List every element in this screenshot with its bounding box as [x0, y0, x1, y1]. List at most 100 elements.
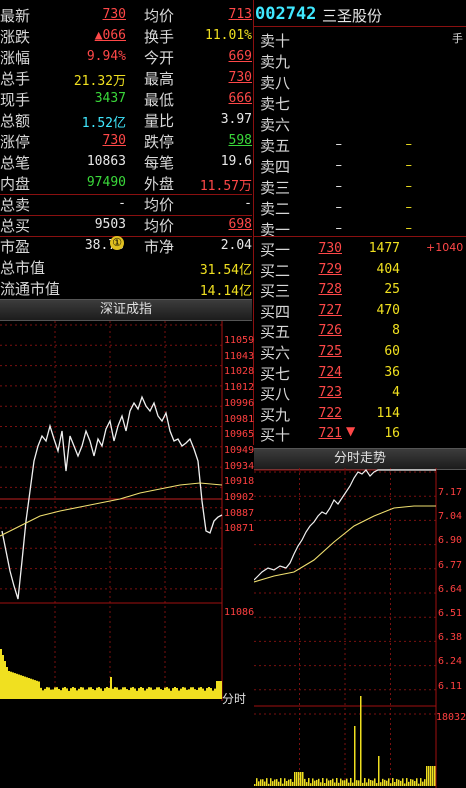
volume-bar [204, 690, 206, 699]
sell-level-label: 卖二 [260, 200, 291, 218]
index-axis-tick: 10965 [224, 429, 255, 441]
volume-bar [334, 782, 336, 786]
sell-level-row[interactable]: 卖二 – – [258, 197, 466, 218]
buy-level-volume: 36 [384, 364, 400, 380]
volume-bar [146, 688, 148, 699]
buy-level-row[interactable]: 买三 728 25 [258, 279, 466, 301]
volume-bar [82, 687, 84, 699]
sell-level-row[interactable]: 卖五 – – [258, 134, 466, 155]
buy-level-price: 730 [318, 241, 342, 256]
trades-label: 总笔 [0, 154, 31, 172]
volume-bar [134, 688, 136, 699]
sell-level-row[interactable]: 卖八 [258, 71, 466, 92]
volume-bar [170, 690, 172, 699]
buy-level-label: 买九 [260, 405, 291, 424]
buyavg-value: 698 [228, 217, 252, 232]
volume-bar [76, 690, 78, 699]
sell-level-price: – [335, 200, 343, 215]
volume-bar [0, 649, 2, 699]
buy-level-label: 买三 [260, 282, 291, 301]
limitdown-value: 598 [228, 133, 252, 148]
volume-bar [4, 661, 6, 699]
buy-level-row[interactable]: 买九 722 114 [258, 403, 466, 424]
pe-label: 市盈 [0, 238, 31, 256]
buyavg-label: 均价 [144, 217, 175, 235]
open-label: 今开 [144, 49, 175, 67]
sell-level-row[interactable]: 卖九 [258, 50, 466, 71]
index-chart-title[interactable]: 深证成指 [0, 299, 252, 321]
cur-value: 3437 [94, 91, 126, 106]
volume-bar [210, 688, 212, 699]
last-label: 最新 [0, 7, 31, 25]
volume-bar [294, 772, 296, 786]
time-label: 分时 [222, 692, 247, 706]
volume-bar [284, 778, 286, 786]
index-axis-tick: 10887 [224, 507, 255, 519]
buy-level-price: 724 [318, 364, 342, 380]
volume-bar [408, 781, 410, 786]
sell-level-price: – [335, 137, 343, 152]
buy-level-row[interactable]: 买六 725 60 [258, 341, 466, 362]
volume-bar [84, 689, 86, 699]
volume-bar [410, 779, 412, 786]
sell-level-row[interactable]: 卖七 [258, 92, 466, 113]
buy-level-row[interactable]: 买十 721 16 ▼ [258, 423, 466, 444]
buy-level-label: 买七 [260, 364, 291, 383]
index-axis-tick: 10949 [224, 444, 255, 456]
buy-level-row[interactable]: 买二 729 404 [258, 259, 466, 280]
intraday-axis-tick: 6.38 [438, 632, 463, 644]
volume-bar [428, 766, 430, 786]
intraday-chart[interactable] [254, 468, 466, 788]
sell-level-row[interactable]: 卖六 [258, 113, 466, 134]
volume-bar [166, 687, 168, 699]
volume-bar [356, 780, 358, 786]
intraday-axis-tick: 6.90 [438, 535, 463, 547]
volume-bar [278, 781, 280, 786]
buy-level-row[interactable]: 买八 723 4 [258, 382, 466, 403]
volume-bar [390, 783, 392, 786]
volume-bar [186, 689, 188, 699]
volume-bar [264, 781, 266, 786]
sell-level-row[interactable]: 卖四 – – [258, 155, 466, 176]
volume-bar [370, 780, 372, 786]
volume-bar [40, 687, 42, 699]
buy-level-row[interactable]: 买四 727 470 [258, 300, 466, 321]
volume-bar [330, 780, 332, 786]
buy-level-row[interactable]: 买五 726 8 [258, 320, 466, 341]
volume-bar [372, 780, 374, 786]
buy-level-label: 买四 [260, 302, 291, 321]
volume-bar [352, 782, 354, 786]
volume-bar [318, 778, 320, 786]
buy-level-row[interactable]: 买一 730 1477 +1040 [258, 238, 466, 259]
ratio-value: 3.97 [220, 112, 252, 127]
outer-value: 11.57万 [199, 179, 252, 194]
volume-bar [190, 687, 192, 699]
volume-bar [418, 783, 420, 786]
sell-level-row[interactable]: 卖一 – – [258, 218, 466, 239]
volume-bar [98, 687, 100, 699]
volume-bar [368, 778, 370, 786]
pe-info-icon[interactable]: ① [110, 236, 124, 250]
intraday-axis-tick: 7.17 [438, 487, 463, 498]
buy-level-price: 722 [318, 405, 342, 421]
volume-bar [140, 687, 142, 699]
volume-bar [270, 778, 272, 786]
index-axis-tick: 11028 [224, 366, 255, 378]
sell-level-row[interactable]: 卖十 [258, 29, 466, 50]
volume-bar [422, 781, 424, 786]
intraday-chart-title[interactable]: 分时走势 [254, 448, 466, 470]
volume-bar [116, 687, 118, 699]
index-chart[interactable] [0, 321, 252, 701]
buy-level-row[interactable]: 买七 724 36 [258, 362, 466, 383]
sell-level-row[interactable]: 卖三 – – [258, 176, 466, 197]
volume-bar [102, 690, 104, 699]
high-label: 最高 [144, 70, 175, 88]
intraday-axis-tick: 7.04 [438, 511, 463, 523]
volume-bar [402, 778, 404, 786]
volume-bar [260, 779, 262, 786]
index-axis-tick: 10981 [224, 413, 255, 425]
volume-bar [158, 687, 160, 699]
volume-bar [258, 781, 260, 786]
buy-level-volume: 1477 [368, 241, 400, 256]
volume-bar [282, 783, 284, 786]
